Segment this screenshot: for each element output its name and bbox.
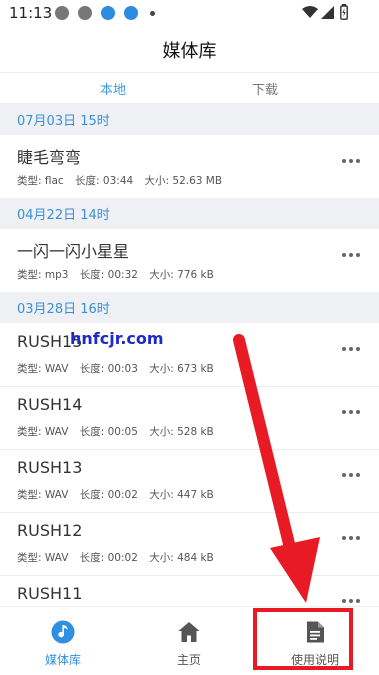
annotation-arrow-icon [233,334,320,603]
